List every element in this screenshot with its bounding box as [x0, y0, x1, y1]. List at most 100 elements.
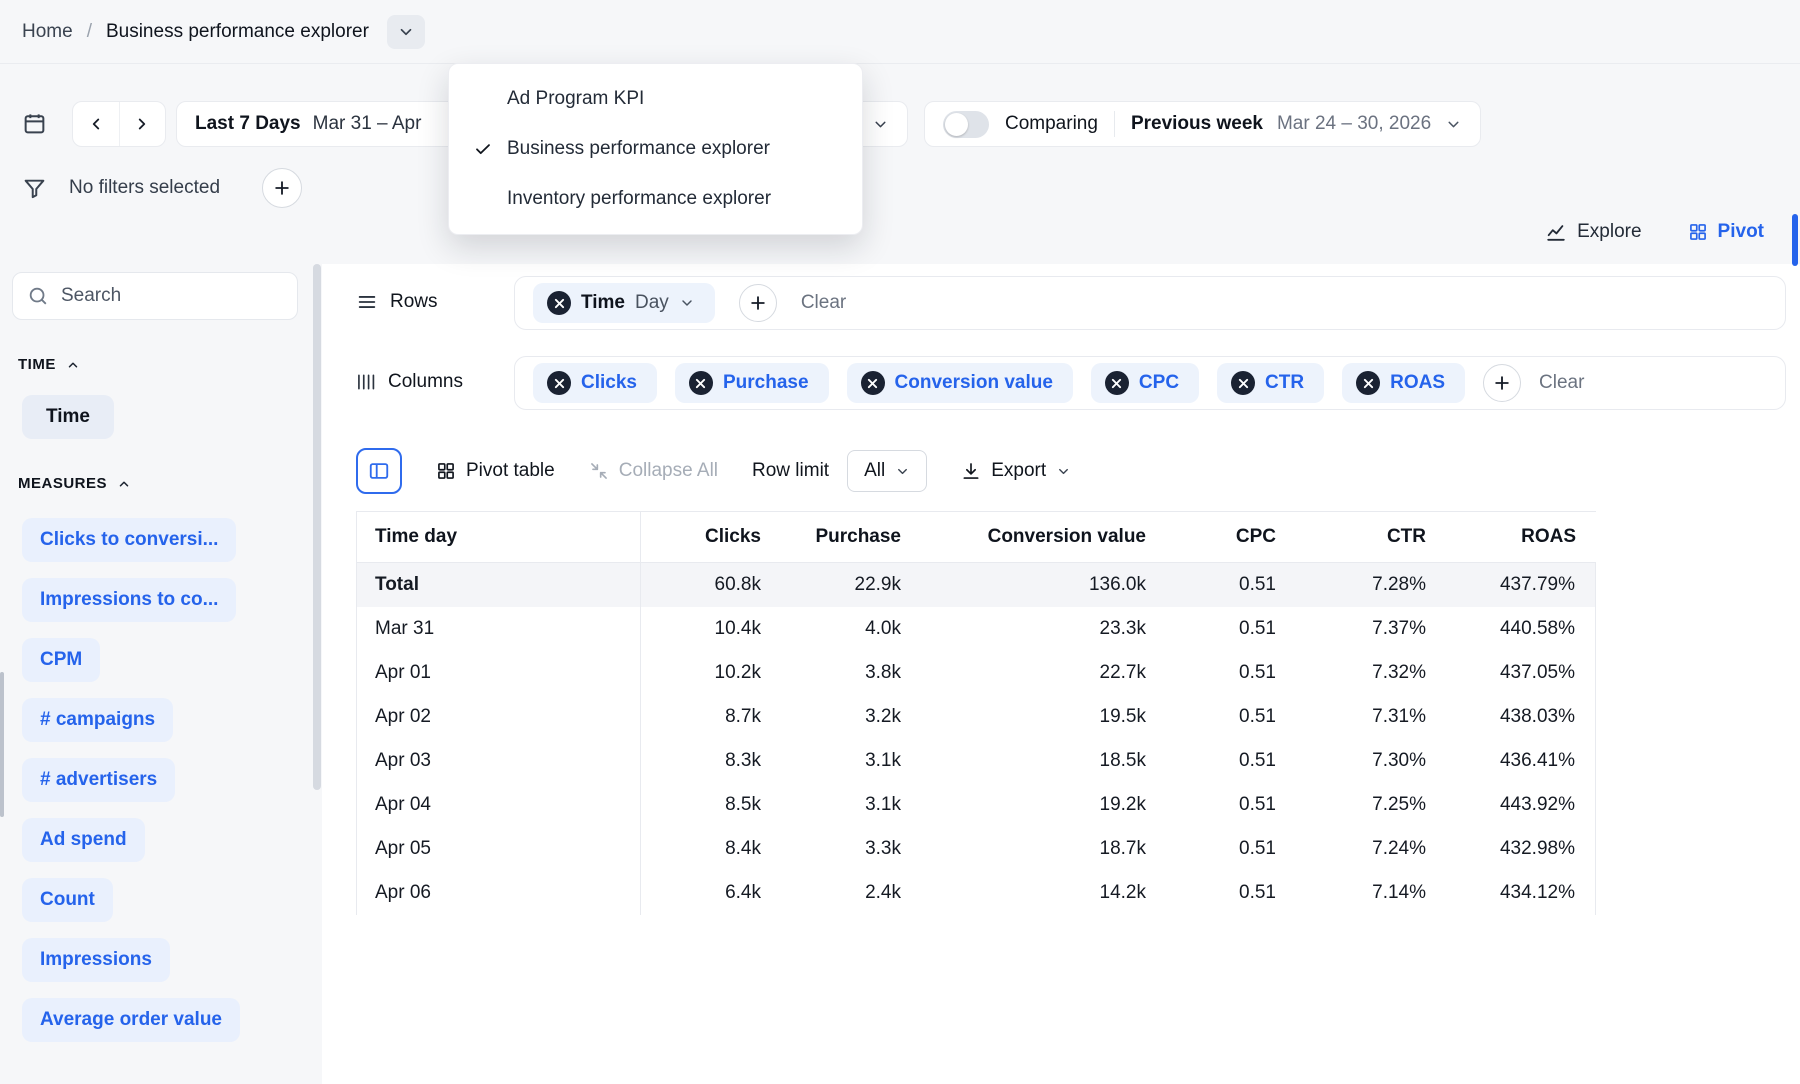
table-row[interactable]: Mar 31 10.4k 4.0k 23.3k 0.51 7.37% 440.5… — [356, 607, 1596, 651]
column-chip[interactable]: Conversion value — [846, 363, 1073, 403]
data-cell: 7.14% — [1372, 882, 1426, 903]
total-cell: 60.8k — [714, 574, 761, 595]
breadcrumb-separator: / — [86, 20, 92, 42]
table-total-row[interactable]: Total 60.8k 22.9k 136.0k 0.51 7.28% 437.… — [356, 563, 1596, 607]
row-label-cell: Mar 31 — [356, 607, 641, 651]
measure-chip[interactable]: # campaigns — [22, 698, 174, 742]
chevron-up-icon[interactable] — [117, 477, 131, 491]
data-cell: 6.4k — [725, 882, 761, 903]
row-label-cell: Apr 05 — [356, 827, 641, 871]
comparing-toggle[interactable] — [943, 110, 989, 138]
measure-chip[interactable]: Clicks to conversi... — [22, 518, 237, 562]
data-cell: 3.1k — [865, 750, 901, 771]
measure-chip[interactable]: Impressions — [22, 938, 170, 982]
total-label-cell: Total — [356, 563, 641, 607]
toggle-knob — [945, 112, 968, 136]
measure-chip[interactable]: Count — [22, 878, 113, 922]
table-row[interactable]: Apr 01 10.2k 3.8k 22.7k 0.51 7.32% 437.0… — [356, 651, 1596, 695]
data-cell: 7.37% — [1372, 618, 1426, 639]
table-row[interactable]: Apr 05 8.4k 3.3k 18.7k 0.51 7.24% 432.98… — [356, 827, 1596, 871]
column-header-cell[interactable]: CTR — [1296, 511, 1446, 563]
remove-icon[interactable] — [547, 371, 571, 395]
window-scrollbar-thumb[interactable] — [1792, 214, 1798, 266]
add-filter-button[interactable] — [262, 168, 303, 208]
export-button[interactable]: Export — [961, 460, 1071, 482]
explorer-menu-toggle[interactable] — [386, 14, 425, 49]
remove-icon[interactable] — [547, 291, 571, 315]
breadcrumb-current: Business performance explorer — [105, 20, 369, 42]
rows-icon — [356, 291, 378, 313]
data-cell: 3.2k — [865, 706, 901, 727]
total-cell: 0.51 — [1239, 574, 1276, 595]
collapse-all-button[interactable]: Collapse All — [589, 460, 718, 482]
next-period-button[interactable] — [118, 102, 166, 146]
total-cell: 22.9k — [854, 574, 901, 595]
column-header-cell[interactable]: ROAS — [1446, 511, 1596, 563]
tab-explore[interactable]: Explore — [1545, 221, 1642, 243]
data-cell: 8.7k — [725, 706, 761, 727]
column-chip[interactable]: ROAS — [1342, 363, 1466, 403]
column-chip[interactable]: CPC — [1090, 363, 1200, 403]
column-chip[interactable]: Purchase — [674, 363, 829, 403]
time-field-chip[interactable]: Time — [22, 395, 115, 439]
data-cell: 7.25% — [1372, 794, 1426, 815]
measure-chip[interactable]: Average order value — [22, 998, 240, 1042]
previous-period-button[interactable] — [73, 102, 119, 146]
pivot-table-button[interactable]: Pivot table — [436, 460, 555, 482]
toggle-side-panel-button[interactable] — [356, 448, 402, 494]
sidebar-scrollbar-thumb[interactable] — [313, 264, 321, 790]
data-cell: 432.98% — [1446, 827, 1596, 871]
measure-chip[interactable]: CPM — [22, 638, 101, 682]
remove-icon[interactable] — [860, 371, 885, 395]
compare-range: Mar 24 – 30, 2026 — [1276, 113, 1432, 134]
column-chip[interactable]: Clicks — [533, 363, 657, 403]
collapse-all-icon — [590, 463, 607, 479]
column-chip-label: CTR — [1265, 372, 1305, 393]
columns-config: Clicks Purchase Conversion value CPC CTR… — [514, 356, 1786, 410]
menu-item-business-performance-explorer[interactable]: Business performance explorer — [449, 124, 862, 174]
table-row[interactable]: Apr 02 8.7k 3.2k 19.5k 0.51 7.31% 438.03… — [356, 695, 1596, 739]
chevron-down-icon[interactable] — [679, 295, 695, 311]
measure-chip[interactable]: Ad spend — [22, 818, 145, 862]
remove-icon[interactable] — [1356, 371, 1381, 395]
clear-columns-button[interactable]: Clear — [1539, 372, 1584, 394]
time-fields: Time — [22, 395, 298, 439]
clear-rows-button[interactable]: Clear — [801, 292, 846, 314]
table-row[interactable]: Apr 04 8.5k 3.1k 19.2k 0.51 7.25% 443.92… — [356, 783, 1596, 827]
pivot-table-icon — [438, 463, 454, 479]
measure-chip[interactable]: # advertisers — [22, 758, 176, 802]
pivot-data-table: Time day Clicks Purchase Conversion value CP… — [356, 511, 1596, 915]
add-row-button[interactable] — [738, 284, 777, 322]
breadcrumb-home[interactable]: Home — [22, 21, 73, 43]
row-limit-select[interactable]: All — [847, 450, 928, 492]
column-header-cell[interactable]: Conversion value — [921, 511, 1166, 563]
column-chip[interactable]: CTR — [1217, 363, 1325, 403]
rows-config: Time Day Clear — [514, 276, 1786, 330]
column-header-cell[interactable]: Purchase — [781, 511, 921, 563]
row-chip-time-day[interactable]: Time Day — [533, 283, 715, 323]
column-header-cell[interactable]: Clicks — [641, 511, 781, 563]
data-cell: 0.51 — [1239, 838, 1276, 859]
column-header-cell[interactable]: CPC — [1166, 511, 1296, 563]
chevron-up-icon[interactable] — [66, 358, 80, 372]
label-text: Rows — [390, 291, 438, 312]
menu-item-ad-program-kpi[interactable]: Ad Program KPI — [449, 74, 862, 124]
tab-pivot[interactable]: Pivot — [1688, 221, 1764, 243]
data-cell: 0.51 — [1239, 882, 1276, 903]
calendar-icon[interactable] — [22, 111, 47, 136]
menu-item-inventory-performance-explorer[interactable]: Inventory performance explorer — [449, 174, 862, 224]
data-cell: 8.4k — [725, 838, 761, 859]
columns-label: Columns — [356, 371, 463, 393]
column-header-cell[interactable]: Time day — [356, 511, 641, 563]
remove-icon[interactable] — [688, 371, 713, 395]
table-row[interactable]: Apr 06 6.4k 2.4k 14.2k 0.51 7.14% 434.12… — [356, 871, 1596, 915]
table-row[interactable]: Apr 03 8.3k 3.1k 18.5k 0.51 7.30% 436.41… — [356, 739, 1596, 783]
remove-icon[interactable] — [1231, 371, 1256, 395]
add-column-button[interactable] — [1483, 364, 1522, 402]
search-input[interactable] — [12, 272, 298, 320]
plus-icon — [1495, 376, 1509, 390]
remove-icon[interactable] — [1104, 371, 1129, 395]
compare-period-button[interactable]: Previous week Mar 24 – 30, 2026 — [1131, 113, 1462, 135]
measure-chip[interactable]: Impressions to co... — [22, 578, 237, 622]
date-range-value: Mar 31 – Apr — [312, 113, 422, 134]
